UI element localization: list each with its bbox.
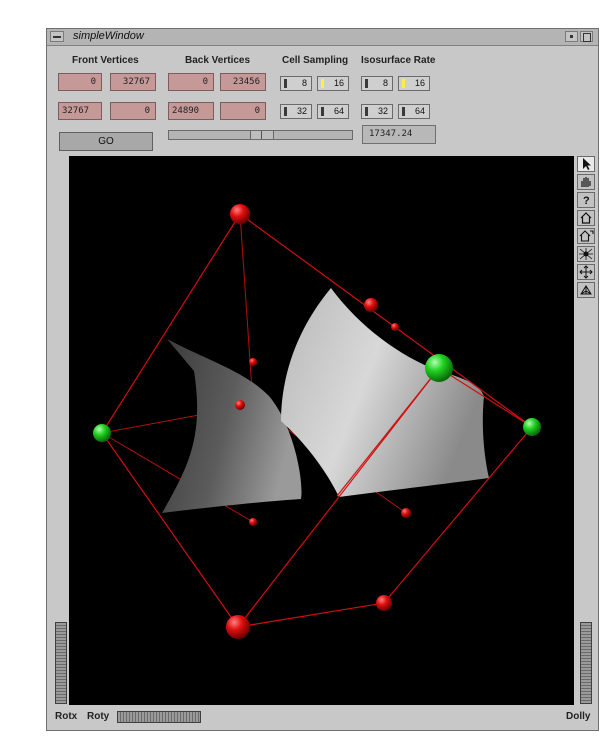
slider-thumb[interactable] [250,131,274,139]
pointer-icon[interactable] [577,156,595,172]
toggle-label: 32 [296,106,307,116]
vertex-sphere[interactable] [401,508,411,518]
isosurface-rate-toggle-32[interactable]: 32 [361,104,393,119]
cell-sampling-heading: Cell Sampling [282,55,349,66]
back-vertex-field[interactable]: 0 [220,102,266,120]
rotx-thumbwheel[interactable] [55,622,67,704]
perspective-icon[interactable] [577,282,595,298]
isosurface-rate-heading: Isosurface Rate [361,55,436,66]
vertex-sphere-selected[interactable] [93,424,111,442]
isosurface-value-readout: 17347.24 [362,125,436,144]
toggle-indicator [365,107,368,116]
toggle-indicator [321,79,324,88]
front-vertices-heading: Front Vertices [72,55,139,66]
back-vertex-field[interactable]: 23456 [220,73,266,91]
isosurface-rate-toggle-16[interactable]: 16 [398,76,430,91]
maximize-icon[interactable] [580,31,593,42]
rotx-label: Rotx [55,711,78,722]
vertex-sphere[interactable] [249,518,257,526]
back-vertex-field[interactable]: 0 [168,73,214,91]
view-all-icon[interactable] [577,246,595,262]
vertex-sphere[interactable] [376,595,392,611]
toggle-indicator [365,79,368,88]
vertex-sphere[interactable] [364,298,378,312]
go-button[interactable]: GO [59,132,153,151]
home-icon[interactable] [577,210,595,226]
hand-icon[interactable] [577,174,595,190]
isosurface-rate-toggle-8[interactable]: 8 [361,76,393,91]
window-menu-icon[interactable] [50,31,64,42]
back-vertex-field[interactable]: 24890 [168,102,214,120]
set-home-icon[interactable] [577,228,595,244]
seek-icon[interactable] [577,264,595,280]
dolly-thumbwheel[interactable] [580,622,592,704]
front-vertex-field[interactable]: 32767 [58,102,102,120]
toggle-label: 8 [382,78,388,88]
toggle-label: 16 [333,78,344,88]
3d-viewport[interactable] [69,156,574,705]
back-vertices-heading: Back Vertices [185,55,251,66]
vertex-sphere[interactable] [230,204,250,224]
window-title: simpleWindow [73,30,144,42]
vertex-sphere[interactable] [235,400,245,410]
cell-sampling-toggle-64[interactable]: 64 [317,104,349,119]
isosurface-rate-toggle-64[interactable]: 64 [398,104,430,119]
minimize-icon[interactable] [565,31,578,42]
svg-text:?: ? [583,195,590,207]
cell-sampling-toggle-32[interactable]: 32 [280,104,312,119]
help-icon[interactable]: ? [577,192,595,208]
isosurface-left [162,339,302,513]
toggle-label: 8 [301,78,307,88]
vertex-sphere[interactable] [226,615,250,639]
vertex-sphere-selected[interactable] [425,354,453,382]
toggle-label: 32 [377,106,388,116]
vertex-sphere-selected[interactable] [523,418,541,436]
vertex-sphere[interactable] [249,358,257,366]
roty-thumbwheel[interactable] [117,711,201,723]
isosurface-slider[interactable] [168,130,353,140]
toggle-label: 64 [414,106,425,116]
dolly-label: Dolly [566,711,591,722]
front-vertex-field[interactable]: 0 [58,73,102,91]
scene-canvas [93,204,541,639]
vertex-sphere[interactable] [391,323,399,331]
cell-sampling-toggle-8[interactable]: 8 [280,76,312,91]
toggle-label: 16 [414,78,425,88]
toggle-indicator [321,107,324,116]
toggle-indicator [284,107,287,116]
toggle-indicator [402,79,405,88]
toggle-indicator [402,107,405,116]
cell-sampling-toggle-16[interactable]: 16 [317,76,349,91]
toggle-indicator [284,79,287,88]
roty-label: Roty [87,711,110,722]
front-vertex-field[interactable]: 0 [110,102,156,120]
simple-window: simpleWindow Front Vertices Back Vertice… [46,28,599,731]
toggle-label: 64 [333,106,344,116]
title-bar[interactable]: simpleWindow [47,29,598,46]
front-vertex-field[interactable]: 32767 [110,73,156,91]
